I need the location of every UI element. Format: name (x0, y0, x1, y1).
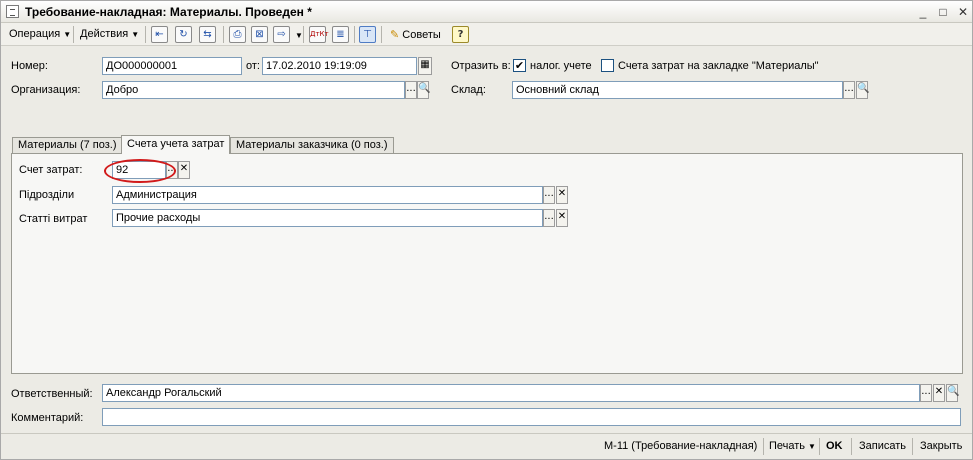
reflect-label: Отразить в: (451, 60, 511, 72)
print-form-button[interactable]: М-11 (Требование-накладная) (604, 439, 757, 453)
unpost-document-icon[interactable]: ⊠ (251, 26, 268, 43)
tab-cost-accounts[interactable]: Счета учета затрат (121, 135, 231, 154)
tax-accounting-checkbox[interactable]: ✔ (513, 59, 526, 72)
bottom-separator (819, 438, 820, 455)
division-select-button[interactable]: ... (543, 186, 555, 204)
print-menu[interactable]: Печать ▼ (769, 439, 816, 454)
search-icon[interactable]: 🔍 (417, 81, 430, 99)
dropdown-arrow-icon: ▼ (808, 442, 816, 451)
number-field[interactable]: ДО000000001 (102, 57, 242, 75)
warehouse-label: Склад: (451, 84, 486, 96)
close-window-button[interactable]: ✕ (956, 5, 970, 19)
actions-label: Действия (80, 28, 129, 40)
bottom-bar: М-11 (Требование-накладная) Печать ▼ OK З… (1, 433, 972, 459)
dt-kt-icon[interactable]: ДтКт (309, 26, 329, 43)
organization-select-button[interactable]: ... (405, 81, 417, 99)
expense-item-label: Статті витрат (19, 213, 88, 225)
cost-accounts-checkbox[interactable] (601, 59, 614, 72)
dropdown-arrow-icon: ▼ (131, 30, 140, 39)
search-icon[interactable]: 🔍 (856, 81, 869, 99)
bottom-separator (912, 438, 913, 455)
report-icon[interactable]: ≣ (332, 26, 349, 43)
toolbar-separator (303, 26, 304, 43)
toolbar: Операция ▼ Действия ▼ ⇤ ↻ ⇆ ⎙ ⊠ ⇨ ▼ ДтКт ≣… (1, 23, 972, 46)
highlight-oval (104, 159, 176, 183)
toolbar-separator (145, 26, 146, 43)
toolbar-separator (73, 26, 74, 43)
save-button[interactable]: Записать (859, 439, 906, 453)
clear-icon[interactable]: ✕ (178, 161, 190, 179)
clear-icon[interactable]: ✕ (933, 384, 945, 402)
bottom-separator (851, 438, 852, 455)
division-label: Підрозділи (19, 189, 75, 201)
warehouse-field[interactable]: Основний склад (512, 81, 843, 99)
comment-field[interactable] (102, 408, 961, 426)
document-icon (6, 5, 19, 18)
post-document-icon[interactable]: ⎙ (229, 26, 246, 43)
responsible-field[interactable]: Александр Рогальский (102, 384, 920, 402)
date-label: от: (246, 60, 260, 72)
dropdown-arrow-icon[interactable]: ▼ (295, 31, 303, 40)
minimize-button[interactable]: _ (916, 5, 930, 19)
responsible-select-button[interactable]: ... (920, 384, 932, 402)
advice-button[interactable]: ✎ Советы (386, 25, 445, 44)
help-icon[interactable]: ? (452, 26, 469, 43)
lightbulb-icon: ✎ (390, 28, 400, 41)
window-title: Требование-накладная: Материалы. Проведе… (25, 5, 312, 19)
organization-field[interactable]: Добро (102, 81, 405, 99)
bottom-separator (763, 438, 764, 455)
organization-label: Организация: (11, 84, 81, 96)
document-window: Требование-накладная: Материалы. Проведе… (0, 0, 973, 460)
dropdown-arrow-icon: ▼ (63, 30, 72, 39)
toolbar-separator (354, 26, 355, 43)
date-field[interactable]: 17.02.2010 19:19:09 (262, 57, 417, 75)
tab-customer-materials[interactable]: Материалы заказчика (0 поз.) (230, 137, 394, 154)
number-label: Номер: (11, 60, 48, 72)
clear-icon[interactable]: ✕ (556, 209, 568, 227)
responsible-label: Ответственный: (11, 388, 93, 400)
tax-accounting-label: налог. учете (530, 60, 592, 72)
operation-label: Операция (9, 28, 61, 40)
close-button[interactable]: Закрыть (920, 439, 962, 453)
structure-icon[interactable]: ⊤ (359, 26, 376, 43)
refresh-icon[interactable]: ↻ (175, 26, 192, 43)
operation-menu[interactable]: Операция ▼ (5, 25, 75, 44)
comment-label: Комментарий: (11, 412, 84, 424)
toolbar-separator (223, 26, 224, 43)
actions-menu[interactable]: Действия ▼ (76, 25, 143, 44)
go-to-icon[interactable]: ⇆ (199, 26, 216, 43)
advice-label: Советы (402, 29, 441, 41)
clear-icon[interactable]: ✕ (556, 186, 568, 204)
title-bar: Требование-накладная: Материалы. Проведе… (1, 1, 972, 23)
calendar-icon[interactable]: ▦ (418, 57, 432, 75)
cost-account-label: Счет затрат: (19, 164, 83, 176)
move-left-icon[interactable]: ⇤ (151, 26, 168, 43)
expense-item-field[interactable]: Прочие расходы (112, 209, 543, 227)
search-icon[interactable]: 🔍 (946, 384, 959, 402)
ok-button[interactable]: OK (826, 439, 843, 453)
cost-accounts-label: Счета затрат на закладке "Материалы" (618, 60, 819, 72)
maximize-button[interactable]: □ (936, 5, 950, 19)
warehouse-select-button[interactable]: ... (843, 81, 855, 99)
create-based-on-icon[interactable]: ⇨ (273, 26, 290, 43)
toolbar-separator (381, 26, 382, 43)
tab-materials[interactable]: Материалы (7 поз.) (12, 137, 123, 154)
print-label: Печать (769, 440, 806, 452)
division-field[interactable]: Администрация (112, 186, 543, 204)
expense-item-select-button[interactable]: ... (543, 209, 555, 227)
